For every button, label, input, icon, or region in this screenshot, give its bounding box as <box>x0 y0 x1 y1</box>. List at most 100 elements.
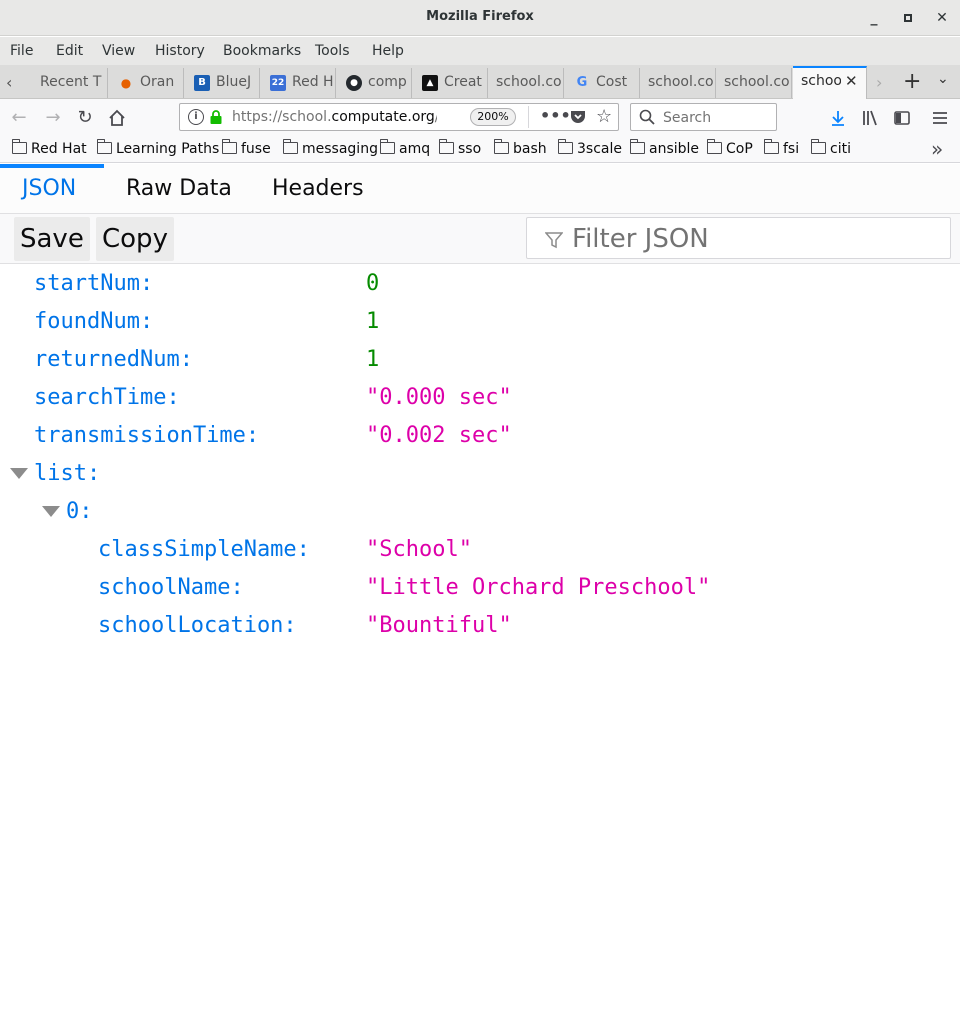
bookmark-folder-sso[interactable]: sso <box>439 139 481 157</box>
bookmark-label: messaging <box>302 141 378 157</box>
tab-google-cost[interactable]: G Cost <box>566 68 640 98</box>
json-row[interactable]: transmissionTime: "0.002 sec" <box>0 417 960 455</box>
home-icon[interactable] <box>105 106 129 130</box>
tab-orange[interactable]: ● Oran <box>110 68 184 98</box>
folder-icon <box>283 139 298 154</box>
info-icon[interactable]: i <box>188 109 204 125</box>
json-viewer-tabs: JSON Raw Data Headers <box>0 164 960 214</box>
json-row[interactable]: startNum: 0 <box>0 265 960 303</box>
json-row[interactable]: returnedNum: 1 <box>0 341 960 379</box>
folder-icon <box>222 139 237 154</box>
close-window-icon[interactable]: ✕ <box>933 9 951 27</box>
bookmark-folder-fuse[interactable]: fuse <box>222 139 271 157</box>
tab-school-3[interactable]: school.co <box>718 68 792 98</box>
active-tab-indicator <box>0 164 104 168</box>
json-key: searchTime: <box>34 385 180 410</box>
json-row[interactable]: foundNum: 1 <box>0 303 960 341</box>
bookmark-label: citi <box>830 141 851 157</box>
json-key: foundNum: <box>34 309 154 334</box>
expand-twisty-icon[interactable] <box>10 468 28 479</box>
menu-bookmarks[interactable]: Bookmarks <box>223 43 301 59</box>
bookmark-folder-cop[interactable]: CoP <box>707 139 753 157</box>
bookmark-folder-3scale[interactable]: 3scale <box>558 139 622 157</box>
json-key: 0: <box>66 499 93 524</box>
reload-icon[interactable]: ↻ <box>73 106 97 130</box>
library-icon[interactable] <box>858 106 882 130</box>
save-button[interactable]: Save <box>14 217 90 261</box>
download-icon[interactable] <box>826 106 850 130</box>
bookmark-folder-messaging[interactable]: messaging <box>283 139 378 157</box>
folder-icon <box>494 139 509 154</box>
menu-edit[interactable]: Edit <box>56 43 83 59</box>
json-row[interactable]: searchTime: "0.000 sec" <box>0 379 960 417</box>
json-row[interactable]: schoolName: "Little Orchard Preschool" <box>0 569 960 607</box>
sidebar-icon[interactable] <box>890 106 914 130</box>
tab-scroll-right-icon[interactable]: › <box>876 73 882 92</box>
json-row-list[interactable]: list: <box>0 455 960 493</box>
calendar-icon: 22 <box>270 75 286 91</box>
page-actions-icon[interactable]: ••• <box>540 106 571 125</box>
menu-bar: File Edit View History Bookmarks Tools H… <box>0 37 960 65</box>
bookmark-folder-ansible[interactable]: ansible <box>630 139 699 157</box>
json-key: schoolLocation: <box>98 613 297 638</box>
menu-help[interactable]: Help <box>372 43 404 59</box>
close-tab-icon[interactable]: ✕ <box>845 72 858 90</box>
json-row[interactable]: classSimpleName: "School" <box>0 531 960 569</box>
tab-school-active[interactable]: schoo ✕ <box>793 66 867 99</box>
back-icon[interactable]: ← <box>7 106 31 130</box>
bookmark-label: CoP <box>726 141 753 157</box>
new-tab-icon[interactable]: + <box>903 69 921 94</box>
tab-headers[interactable]: Headers <box>272 176 364 201</box>
menu-tools[interactable]: Tools <box>315 43 350 59</box>
bookmark-folder-bash[interactable]: bash <box>494 139 547 157</box>
bookmark-folder-citi[interactable]: citi <box>811 139 851 157</box>
maximize-icon[interactable] <box>899 9 917 27</box>
tab-school-2[interactable]: school.co <box>642 68 716 98</box>
menu-history[interactable]: History <box>155 43 205 59</box>
search-input[interactable]: Search <box>630 103 777 131</box>
copy-button[interactable]: Copy <box>96 217 174 261</box>
json-number-value: 1 <box>366 347 380 372</box>
tab-redhat-calendar[interactable]: 22 Red H <box>262 68 336 98</box>
tab-scroll-left-icon[interactable]: ‹ <box>6 73 12 92</box>
tab-strip: ‹ Recent T ● Oran B BlueJ 22 Red H ● com… <box>0 65 960 99</box>
bookmark-label: bash <box>513 141 547 157</box>
json-row-item[interactable]: 0: <box>0 493 960 531</box>
tab-raw-data[interactable]: Raw Data <box>126 176 232 201</box>
forward-icon[interactable]: → <box>41 106 65 130</box>
bookmark-label: amq <box>399 141 431 157</box>
zoom-indicator[interactable]: 200% <box>470 108 516 126</box>
minimize-icon[interactable]: _ <box>865 9 883 27</box>
bookmark-folder-fsi[interactable]: fsi <box>764 139 799 157</box>
url-bar[interactable]: i https://school.computate.org/a 200% ••… <box>179 103 619 131</box>
hamburger-menu-icon[interactable] <box>928 106 952 130</box>
chevron-down-icon[interactable]: ⌄ <box>937 71 949 87</box>
tab-label: school.co <box>496 74 562 90</box>
bookmark-folder-amq[interactable]: amq <box>380 139 431 157</box>
menu-file[interactable]: File <box>10 43 33 59</box>
tab-bluejeans[interactable]: B BlueJ <box>186 68 260 98</box>
json-key: classSimpleName: <box>98 537 310 562</box>
bluejeans-icon: B <box>194 75 210 91</box>
bookmark-label: fuse <box>241 141 271 157</box>
github-icon: ● <box>346 75 362 91</box>
bookmark-folder-redhat[interactable]: Red Hat <box>12 139 87 157</box>
menu-view[interactable]: View <box>102 43 135 59</box>
tab-label: Creat <box>444 74 482 90</box>
json-row[interactable]: schoolLocation: "Bountiful" <box>0 607 960 645</box>
tab-recent[interactable]: Recent T <box>28 68 108 98</box>
tab-json[interactable]: JSON <box>22 176 76 201</box>
google-icon: G <box>576 75 588 90</box>
filter-json-input[interactable]: Filter JSON <box>526 217 951 259</box>
tab-school-1[interactable]: school.co <box>490 68 564 98</box>
json-key: returnedNum: <box>34 347 193 372</box>
expand-twisty-icon[interactable] <box>42 506 60 517</box>
bookmark-star-icon[interactable]: ☆ <box>596 106 612 127</box>
tab-label: comp <box>368 74 407 90</box>
tab-create[interactable]: ▲ Creat <box>414 68 488 98</box>
bookmarks-overflow-icon[interactable]: » <box>931 137 943 161</box>
pocket-icon[interactable] <box>570 109 586 125</box>
bookmark-folder-learning-paths[interactable]: Learning Paths <box>97 139 219 157</box>
tab-github[interactable]: ● comp <box>338 68 412 98</box>
folder-icon <box>558 139 573 154</box>
